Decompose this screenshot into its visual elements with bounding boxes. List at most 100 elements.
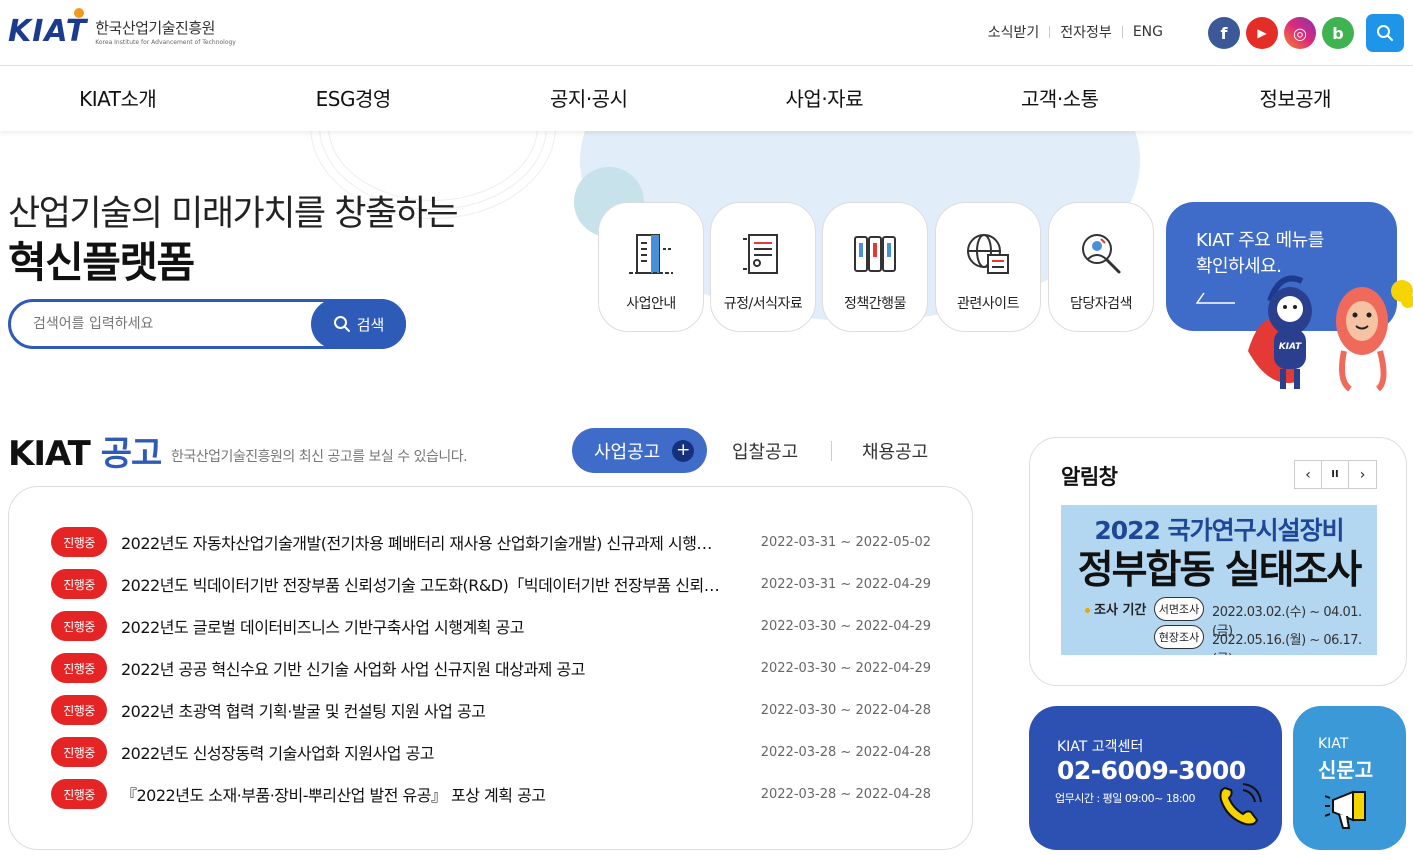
youtube-icon[interactable]: ▶ <box>1246 17 1278 49</box>
nav-item-customer[interactable]: 고객·소통 <box>942 67 1178 131</box>
person-search-icon <box>1082 234 1121 274</box>
notice-title[interactable]: 2022년도 빅데이터기반 전장부품 신뢰성기술 고도화(R&D)「빅데이터기반… <box>121 572 721 596</box>
logo-dot <box>74 8 84 18</box>
books-icon <box>854 236 896 272</box>
banner-period-label: 조사 기간 <box>1085 599 1146 618</box>
search-toggle-button[interactable] <box>1366 14 1404 52</box>
nav-item-notice[interactable]: 공지·공시 <box>471 67 707 131</box>
menu-card-line1: KIAT 주요 메뉴를 <box>1196 230 1324 251</box>
globe-icon <box>967 234 1009 274</box>
notice-title[interactable]: 2022년도 신성장동력 기술사업화 지원사업 공고 <box>121 740 721 764</box>
customer-center-hours: 업무시간 : 평일 09:00~ 18:00 <box>1055 792 1196 805</box>
org-name-ko: 한국산업기술진흥원 <box>95 19 215 37</box>
main-search-button[interactable]: 검색 <box>311 299 406 349</box>
divider <box>831 441 832 461</box>
tab-business-notice[interactable]: 사업공고 + <box>572 428 707 473</box>
utility-links: 소식받기 전자정부 ENG <box>988 22 1163 42</box>
popup-banner[interactable]: 2022 국가연구시설장비 정부합동 실태조사 조사 기간 서면조사 2022.… <box>1061 505 1377 655</box>
slogan-line2: 혁신플랫폼 <box>8 238 195 287</box>
search-icon <box>333 316 350 332</box>
notice-title-highlight: 공고 <box>100 434 163 474</box>
nav-item-business[interactable]: 사업·자료 <box>707 67 943 131</box>
divider <box>1121 26 1123 38</box>
notice-title[interactable]: 2022년도 자동차산업기술개발(전기차용 폐배터리 재사용 산업화기술개발) … <box>121 530 721 554</box>
status-badge: 진행중 <box>51 779 107 809</box>
quick-menu-label: 사업안내 <box>626 296 676 312</box>
search-button-label: 검색 <box>356 315 385 334</box>
quick-menu-business-guide[interactable]: 사업안내 <box>598 202 704 332</box>
plus-icon[interactable]: + <box>672 439 695 462</box>
facebook-icon[interactable]: f <box>1208 17 1240 49</box>
list-item[interactable]: 진행중 2022년도 신성장동력 기술사업화 지원사업 공고 2022-03-2… <box>51 737 931 767</box>
mascot-badge: KIAT <box>1279 342 1302 352</box>
notice-title[interactable]: 2022년 초광역 협력 기획·발굴 및 컨설팅 지원 사업 공고 <box>121 698 721 722</box>
quick-menu-label: 정책간행물 <box>844 296 906 312</box>
pause-button[interactable]: II <box>1322 461 1349 488</box>
tab-bid-notice[interactable]: 입찰공고 <box>732 438 798 464</box>
util-link-subscribe[interactable]: 소식받기 <box>988 22 1040 42</box>
main-search-input[interactable] <box>33 312 303 336</box>
util-link-egov[interactable]: 전자정부 <box>1060 22 1112 42</box>
notice-date: 2022-03-28 ~ 2022-04-28 <box>760 786 931 802</box>
megaphone-icon <box>1325 790 1366 829</box>
notice-title[interactable]: 2022년도 글로벌 데이터비즈니스 기반구축사업 시행계획 공고 <box>121 614 721 638</box>
quick-menu-staff-search[interactable]: 담당자검색 <box>1048 202 1154 332</box>
status-badge: 진행중 <box>51 569 107 599</box>
quick-menu-regulations[interactable]: 규정/서식자료 <box>710 202 816 332</box>
sns-links: f ▶ ◎ b <box>1208 17 1354 49</box>
util-link-eng[interactable]: ENG <box>1133 24 1163 40</box>
press-label1: KIAT <box>1318 736 1349 752</box>
nav-item-about[interactable]: KIAT소개 <box>0 67 236 131</box>
notice-title-prefix: KIAT <box>8 434 91 474</box>
status-badge: 진행중 <box>51 653 107 683</box>
logo-text: 한국산업기술진흥원 Korea Institute for Advancemen… <box>95 17 236 46</box>
quick-menu-related-sites[interactable]: 관련사이트 <box>935 202 1041 332</box>
next-button[interactable]: › <box>1349 461 1376 488</box>
hero-section: 산업기술의 미래가치를 창출하는 혁신플랫폼 검색 사업안내 <box>0 131 1413 401</box>
notice-date: 2022-03-30 ~ 2022-04-29 <box>760 660 931 676</box>
notice-date: 2022-03-28 ~ 2022-04-28 <box>760 744 931 760</box>
instagram-icon[interactable]: ◎ <box>1284 17 1316 49</box>
main-navigation: KIAT소개 ESG경영 공지·공시 사업·자료 고객·소통 정보공개 <box>0 67 1413 131</box>
list-item[interactable]: 진행중 2022년도 자동차산업기술개발(전기차용 폐배터리 재사용 산업화기술… <box>51 527 931 557</box>
notice-title[interactable]: 2022년 공공 혁신수요 기반 신기술 사업화 사업 신규지원 대상과제 공고 <box>121 656 721 680</box>
customer-center-card[interactable]: KIAT 고객센터 02-6009-3000 업무시간 : 평일 09:00~ … <box>1029 706 1282 850</box>
status-badge: 진행중 <box>51 527 107 557</box>
arrow-left-icon <box>1196 292 1235 304</box>
quick-menu-label: 관련사이트 <box>957 296 1019 312</box>
notice-subtitle: 한국산업기술진흥원의 최신 공고를 보실 수 있습니다. <box>171 449 468 465</box>
list-item[interactable]: 진행중 2022년 초광역 협력 기획·발굴 및 컨설팅 지원 사업 공고 20… <box>51 695 931 725</box>
list-item[interactable]: 진행중 『2022년도 소재·부품·장비-뿌리산업 발전 유공』 포상 계획 공… <box>51 779 931 809</box>
list-item[interactable]: 진행중 2022년도 빅데이터기반 전장부품 신뢰성기술 고도화(R&D)「빅데… <box>51 569 931 599</box>
list-item[interactable]: 진행중 2022년 공공 혁신수요 기반 신기술 사업화 사업 신규지원 대상과… <box>51 653 931 683</box>
nav-item-esg[interactable]: ESG경영 <box>236 67 472 131</box>
press-label2: 신문고 <box>1318 758 1374 782</box>
notice-date: 2022-03-31 ~ 2022-05-02 <box>760 534 931 550</box>
notice-date: 2022-03-30 ~ 2022-04-29 <box>760 618 931 634</box>
tab-recruit-notice[interactable]: 채용공고 <box>862 438 928 464</box>
press-center-card[interactable]: KIAT 신문고 <box>1293 706 1406 850</box>
mascot-illustration: KIAT <box>1248 275 1413 392</box>
nav-item-disclosure[interactable]: 정보공개 <box>1178 67 1413 131</box>
quick-menu-publications[interactable]: 정책간행물 <box>822 202 928 332</box>
banner-tag: 현장조사 <box>1154 625 1204 649</box>
notice-date: 2022-03-31 ~ 2022-04-29 <box>760 576 931 592</box>
kiat-logo[interactable]: KIAT 한국산업기술진흥원 Korea Institute for Advan… <box>8 8 236 49</box>
logo-mark: KIAT <box>8 8 87 49</box>
list-item[interactable]: 진행중 2022년도 글로벌 데이터비즈니스 기반구축사업 시행계획 공고 20… <box>51 611 931 641</box>
banner-line2: 정부합동 실태조사 <box>1077 548 1363 593</box>
org-name-en: Korea Institute for Advancement of Techn… <box>95 39 236 46</box>
prev-button[interactable]: ‹ <box>1295 461 1322 488</box>
popup-controls: ‹ II › <box>1294 460 1377 489</box>
banner-tag: 서면조사 <box>1154 597 1204 621</box>
popup-title: 알림창 <box>1061 465 1118 489</box>
phone-icon <box>1219 783 1262 826</box>
notice-title[interactable]: 『2022년도 소재·부품·장비-뿌리산업 발전 유공』 포상 계획 공고 <box>121 782 721 806</box>
notice-date: 2022-03-30 ~ 2022-04-28 <box>760 702 931 718</box>
status-badge: 진행중 <box>51 611 107 641</box>
notice-section-title: KIAT 공고 <box>8 426 163 475</box>
quick-menu-label: 담당자검색 <box>1070 296 1132 312</box>
blog-icon[interactable]: b <box>1322 17 1354 49</box>
banner-date: 2022.05.16.(월) ~ 06.17.(금) <box>1212 633 1362 655</box>
popup-zone: 알림창 ‹ II › 2022 국가연구시설장비 정부합동 실태조사 조사 기간… <box>1029 437 1407 686</box>
